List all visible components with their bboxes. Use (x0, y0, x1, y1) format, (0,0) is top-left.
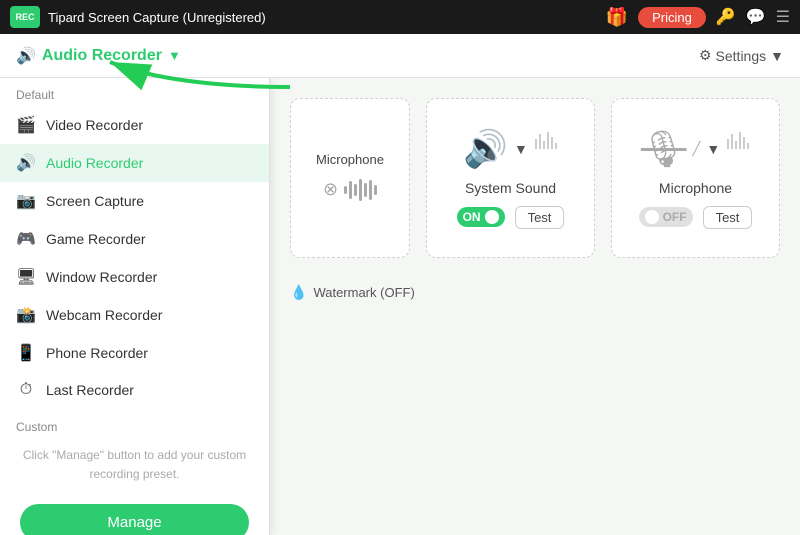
right-content: Microphone ⊗ (270, 78, 800, 535)
menu-icon[interactable]: ☰ (776, 7, 790, 27)
bottom-bar: 💧 Watermark (OFF) (290, 274, 780, 311)
game-recorder-icon: 🎮 (16, 229, 36, 249)
circle-x-icon: ⊗ (323, 179, 338, 200)
partial-card-label: Microphone (316, 152, 384, 167)
sidebar-item-webcam-label: Webcam Recorder (46, 307, 162, 323)
settings-button[interactable]: ⚙ Settings ▼ (699, 47, 784, 64)
mic-toggle-label: OFF (663, 210, 687, 224)
audio-mode-icon: 🔊 (16, 46, 36, 66)
mode-selector[interactable]: 🔊 Audio Recorder ▼ (16, 46, 181, 66)
microphone-card: 🎙 ╱ ▼ Microphone (611, 98, 780, 258)
sidebar-item-audio[interactable]: 🔊 Audio Recorder (0, 144, 269, 182)
app-logo: REC (10, 6, 40, 28)
watermark-label: Watermark (OFF) (313, 285, 414, 300)
manage-button[interactable]: Manage (20, 504, 249, 535)
system-sound-waveform (534, 129, 558, 169)
sidebar-item-last-label: Last Recorder (46, 382, 134, 398)
mic-icon: 🎙 (641, 128, 687, 170)
last-recorder-icon: ⏱ (16, 381, 36, 399)
toggle-knob (485, 210, 499, 224)
audio-cards-row: Microphone ⊗ (290, 98, 780, 258)
screen-capture-icon: 📷 (16, 191, 36, 211)
sidebar-item-audio-label: Audio Recorder (46, 155, 143, 171)
watermark-icon: 💧 (290, 284, 307, 301)
microphone-label: Microphone (659, 180, 732, 196)
settings-label: Settings (716, 48, 767, 64)
audio-recorder-icon: 🔊 (16, 153, 36, 173)
system-sound-toggle-label: ON (463, 210, 481, 224)
section-custom: Custom (0, 412, 269, 438)
mode-chevron-icon: ▼ (168, 48, 181, 63)
system-sound-icon-row: 🔊 ▼ (463, 128, 558, 170)
body-area: Default 🎬 Video Recorder 🔊 Audio Recorde… (0, 78, 800, 535)
sidebar-item-phone-label: Phone Recorder (46, 345, 148, 361)
mic-slash: ╱ (693, 141, 701, 157)
settings-gear-icon: ⚙ (699, 47, 712, 64)
microphone-controls: OFF Test (639, 206, 753, 229)
sidebar-item-last[interactable]: ⏱ Last Recorder (0, 372, 269, 408)
window-recorder-icon: 🖥 (16, 267, 36, 287)
title-bar-actions: 🎁 Pricing 🔑 💬 ☰ (606, 7, 790, 28)
settings-chevron-icon: ▼ (770, 48, 784, 64)
system-sound-chevron[interactable]: ▼ (514, 141, 528, 157)
mode-bar: 🔊 Audio Recorder ▼ ⚙ Settings ▼ (0, 34, 800, 78)
system-sound-toggle[interactable]: ON (457, 207, 505, 227)
gift-icon: 🎁 (606, 7, 628, 28)
sidebar-item-video[interactable]: 🎬 Video Recorder (0, 106, 269, 144)
user-icon[interactable]: 🔑 (716, 7, 736, 27)
dropdown-panel: Default 🎬 Video Recorder 🔊 Audio Recorde… (0, 78, 270, 535)
system-sound-label: System Sound (465, 180, 556, 196)
speaker-icon: 🔊 (463, 128, 508, 170)
sidebar-item-video-label: Video Recorder (46, 117, 143, 133)
system-sound-card: 🔊 ▼ System Sound (426, 98, 595, 258)
manage-btn-wrapper: Manage (0, 492, 269, 535)
sidebar-item-phone[interactable]: 📱 Phone Recorder (0, 334, 269, 372)
waveform (344, 175, 377, 205)
sidebar-item-webcam[interactable]: 📸 Webcam Recorder (0, 296, 269, 334)
mic-waveform (726, 129, 750, 169)
mic-chevron[interactable]: ▼ (706, 141, 720, 157)
off-badge: ⊗ (323, 175, 377, 205)
microphone-toggle[interactable]: OFF (639, 207, 693, 227)
mic-toggle-knob (645, 210, 659, 224)
sidebar-item-screen[interactable]: 📷 Screen Capture (0, 182, 269, 220)
section-default: Default (0, 78, 269, 106)
sidebar-item-game[interactable]: 🎮 Game Recorder (0, 220, 269, 258)
system-sound-controls: ON Test (457, 206, 565, 229)
sidebar-item-game-label: Game Recorder (46, 231, 146, 247)
sidebar-item-window-label: Window Recorder (46, 269, 157, 285)
phone-recorder-icon: 📱 (16, 343, 36, 363)
microphone-partial-card: Microphone ⊗ (290, 98, 410, 258)
sidebar-item-window[interactable]: 🖥 Window Recorder (0, 258, 269, 296)
app-title: Tipard Screen Capture (Unregistered) (48, 10, 598, 25)
title-bar: REC Tipard Screen Capture (Unregistered)… (0, 0, 800, 34)
video-recorder-icon: 🎬 (16, 115, 36, 135)
system-sound-test-button[interactable]: Test (515, 206, 565, 229)
sidebar-item-screen-label: Screen Capture (46, 193, 144, 209)
webcam-recorder-icon: 📸 (16, 305, 36, 325)
watermark-indicator: 💧 Watermark (OFF) (290, 284, 415, 301)
message-icon[interactable]: 💬 (746, 7, 766, 27)
microphone-test-button[interactable]: Test (703, 206, 753, 229)
mic-icon-row: 🎙 ╱ ▼ (641, 128, 750, 170)
custom-hint-text: Click "Manage" button to add your custom… (0, 438, 269, 492)
main-content: 🔊 Audio Recorder ▼ ⚙ Settings ▼ Default … (0, 34, 800, 535)
mode-label: Audio Recorder (42, 47, 162, 65)
pricing-button[interactable]: Pricing (638, 7, 706, 28)
